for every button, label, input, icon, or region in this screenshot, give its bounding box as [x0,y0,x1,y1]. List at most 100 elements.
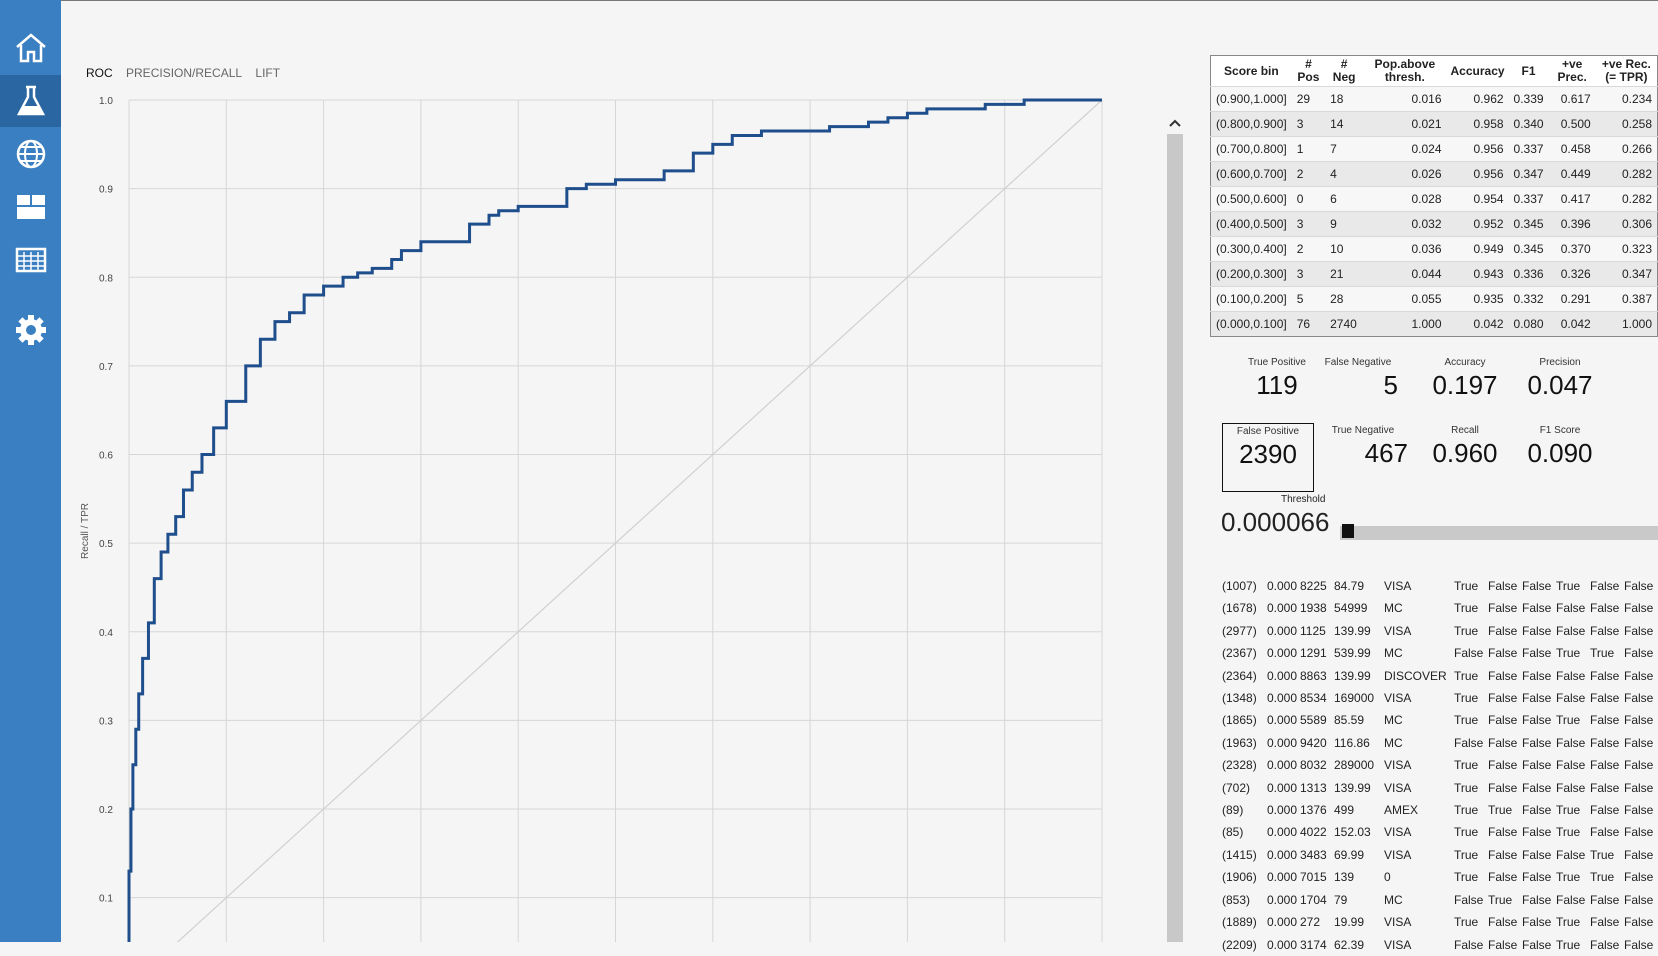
metric-false-positive[interactable]: False Positive 2390 [1222,423,1314,492]
record-field: False [1488,646,1518,661]
cell-pop-above: 0.036 [1363,236,1447,262]
record-field: 62.39 [1334,937,1365,952]
table-row[interactable]: (0.200,0.300] 3 21 0.044 0.943 0.336 0.326 0.34… [1210,261,1658,287]
record-field: True [1454,691,1479,706]
list-item[interactable]: (1865) 0.000 5589 85.59 MC True False False True… [1222,709,1658,731]
sidebar-item-settings[interactable] [0,304,61,356]
list-item[interactable]: (1678) 0.000 1938 54999 MC True False False Fals… [1222,597,1658,619]
record-field: False [1488,713,1518,728]
tab-precision-recall[interactable]: PRECISION/RECALL [126,66,242,80]
score-bin-rows: (0.900,1.000] 29 18 0.016 0.962 0.339 0.617 0.2… [1210,86,1658,337]
record-field: VISA [1384,780,1412,795]
sidebar-item-datasets[interactable] [0,234,61,286]
table-row[interactable]: (0.700,0.800] 1 7 0.024 0.956 0.337 0.458 0.266 [1210,136,1658,162]
list-item[interactable]: (702) 0.000 1313 139.99 VISA True False False Fa… [1222,777,1658,799]
list-item[interactable]: (1963) 0.000 9420 116.86 MC False False False Fa… [1222,732,1658,754]
record-field: 0.000 [1267,847,1298,862]
cell-neg: 4 [1325,161,1364,187]
list-item[interactable]: (1889) 0.000 272 19.99 VISA True False False Tru… [1222,911,1658,933]
table-row[interactable]: (0.300,0.400] 2 10 0.036 0.949 0.345 0.370 0.32… [1210,236,1658,262]
cell-rec: 0.234 [1595,86,1658,112]
scroll-up-button[interactable] [1167,112,1183,134]
list-item[interactable]: (2977) 0.000 1125 139.99 VISA True False False F… [1222,620,1658,642]
record-field: 5589 [1300,713,1327,728]
metric-label: True Positive [1248,357,1306,368]
metric-true-positive: True Positive 119 [1237,357,1317,401]
record-field: (702) [1222,780,1251,795]
cell-score-bin: (0.200,0.300] [1210,261,1292,287]
cell-accuracy: 0.949 [1446,236,1509,262]
cell-pos: 3 [1291,261,1326,287]
metric-false-negative: False Negative 5 [1318,357,1398,401]
chart-scrollbar[interactable] [1167,112,1183,942]
cell-prec: 0.500 [1548,111,1596,137]
record-field: False [1522,713,1552,728]
record-field: False [1488,579,1518,593]
cell-rec: 1.000 [1595,311,1658,337]
cell-pos: 2 [1291,236,1326,262]
table-row[interactable]: (0.000,0.100] 76 2740 1.000 0.042 0.080 0.042 1… [1210,311,1658,337]
list-item[interactable]: (2367) 0.000 1291 539.99 MC False False False Tr… [1222,642,1658,664]
metric-value: 5 [1383,370,1398,400]
col-f1: F1 [1508,55,1549,87]
cell-f1: 0.339 [1508,86,1549,112]
sidebar-item-dashboard[interactable] [0,181,61,233]
record-field: 1704 [1300,892,1327,907]
record-field: (2367) [1222,646,1257,661]
table-row[interactable]: (0.900,1.000] 29 18 0.016 0.962 0.339 0.617 0.2… [1210,86,1658,112]
tab-lift[interactable]: LIFT [255,66,280,80]
sidebar-item-web-services[interactable] [0,128,61,180]
threshold-slider-thumb[interactable] [1342,524,1354,538]
record-field: True [1556,937,1581,952]
record-field: 0.000 [1267,937,1298,952]
tab-roc[interactable]: ROC [86,66,113,80]
table-row[interactable]: (0.400,0.500] 3 9 0.032 0.952 0.345 0.396 0.306 [1210,211,1658,237]
list-item[interactable]: (89) 0.000 1376 499 AMEX True True False True Fal… [1222,799,1658,821]
list-item[interactable]: (85) 0.000 4022 152.03 VISA True False False Tru… [1222,821,1658,843]
record-field: 152.03 [1334,825,1371,840]
cell-pop-above: 0.021 [1363,111,1447,137]
record-field: False [1624,892,1654,907]
sidebar-item-experiments[interactable] [0,75,61,127]
cell-rec: 0.306 [1595,211,1658,237]
record-field: True [1454,758,1479,773]
record-field: 139.99 [1334,623,1371,638]
list-item[interactable]: (2364) 0.000 8863 139.99 DISCOVER True False Fa… [1222,665,1658,687]
cell-neg: 18 [1325,86,1364,112]
record-field: 8225 [1300,579,1327,593]
list-item[interactable]: (1348) 0.000 8534 169000 VISA True False False F… [1222,687,1658,709]
cell-accuracy: 0.956 [1446,161,1509,187]
cell-accuracy: 0.962 [1446,86,1509,112]
record-field: False [1624,803,1654,818]
record-field: False [1488,780,1518,795]
record-field: False [1624,601,1654,616]
sidebar-item-home[interactable] [0,22,61,74]
list-item[interactable]: (1007) 0.000 8225 84.79 VISA True False False Tr… [1222,575,1658,597]
cell-pop-above: 0.026 [1363,161,1447,187]
record-field: False [1454,735,1484,750]
list-item[interactable]: (2328) 0.000 8032 289000 VISA True False False F… [1222,754,1658,776]
table-row[interactable]: (0.800,0.900] 3 14 0.021 0.958 0.340 0.500 0.25… [1210,111,1658,137]
home-icon [15,33,46,63]
cell-pop-above: 0.032 [1363,211,1447,237]
metric-value: 0.960 [1432,438,1498,468]
record-field: 499 [1334,803,1355,818]
record-field: AMEX [1384,803,1419,818]
cell-pop-above: 0.024 [1363,136,1447,162]
metric-value: 0.047 [1527,370,1593,400]
threshold-slider[interactable] [1340,526,1658,540]
record-field: True [1454,623,1479,638]
list-item[interactable]: (2209) 0.000 3174 62.39 VISA False False False T… [1222,934,1658,956]
cell-score-bin: (0.800,0.900] [1210,111,1292,137]
record-field: False [1624,780,1654,795]
list-item[interactable]: (853) 0.000 1704 79 MC False True False False Fal… [1222,889,1658,911]
cell-neg: 9 [1325,211,1364,237]
table-row[interactable]: (0.600,0.700] 2 4 0.026 0.956 0.347 0.449 0.282 [1210,161,1658,187]
table-row[interactable]: (0.500,0.600] 0 6 0.028 0.954 0.337 0.417 0.282 [1210,186,1658,212]
record-field: VISA [1384,847,1412,862]
table-row[interactable]: (0.100,0.200] 5 28 0.055 0.935 0.332 0.291 0.38… [1210,286,1658,312]
record-field: True [1454,713,1479,728]
y-tick-label: 0.8 [99,273,113,284]
list-item[interactable]: (1415) 0.000 3483 69.99 VISA True False False Fa… [1222,844,1658,866]
list-item[interactable]: (1906) 0.000 7015 139 0 True False False True Tru… [1222,866,1658,888]
